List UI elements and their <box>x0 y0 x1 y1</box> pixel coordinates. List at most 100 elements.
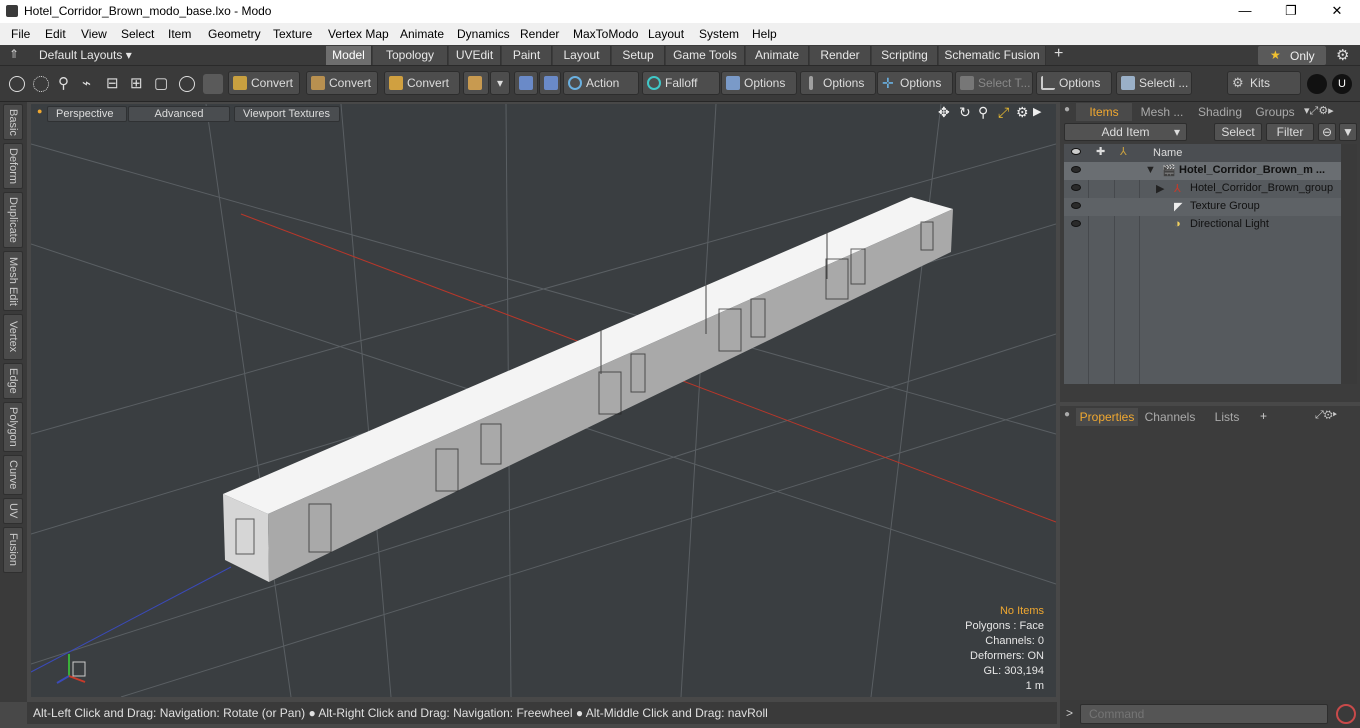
tab-polygon[interactable]: Polygon <box>3 402 23 452</box>
item-list-scrollbar[interactable] <box>1341 144 1357 384</box>
tab-mesh-edit[interactable]: Mesh Edit <box>3 251 23 311</box>
tab-uvedit[interactable]: UVEdit <box>449 46 501 65</box>
tab-groups[interactable]: Groups <box>1250 103 1300 121</box>
tab-game-tools[interactable]: Game Tools <box>666 46 745 65</box>
globe-icon[interactable] <box>33 76 49 92</box>
gear-icon[interactable]: ⚙ <box>1336 46 1349 64</box>
pan-icon[interactable]: ✥ <box>938 104 950 121</box>
tab-basic[interactable]: Basic <box>3 104 23 140</box>
item-mode-icon[interactable]: ▢ <box>154 74 168 92</box>
corridor-model[interactable] <box>223 197 953 582</box>
pen-icon[interactable]: ⚲ <box>58 74 69 92</box>
collapse-button[interactable]: ⊖ <box>1318 123 1336 141</box>
tab-schematic-fusion[interactable]: Schematic Fusion <box>939 46 1046 65</box>
tab-items[interactable]: Items <box>1076 103 1132 121</box>
command-input[interactable] <box>1080 704 1328 724</box>
action-center-button[interactable]: Action <box>563 71 639 95</box>
options-button-4[interactable]: Options <box>1036 71 1112 95</box>
filter-button[interactable]: Filter <box>1266 123 1314 141</box>
select-button[interactable]: Select <box>1214 123 1262 141</box>
menu-view[interactable]: View <box>81 27 107 41</box>
menu-layout[interactable]: Layout <box>648 27 684 41</box>
item-list[interactable]: ✚ ⅄ Name ▼ 🎬 Hotel_Corridor_Brown_m ... … <box>1064 144 1341 384</box>
expand-right-icon[interactable]: ▶ <box>1033 105 1041 118</box>
materials-icon[interactable] <box>179 76 195 92</box>
unreal-icon[interactable]: U <box>1332 74 1352 94</box>
funnel-button[interactable]: ▼ <box>1339 123 1357 141</box>
edge-icon[interactable]: ⊟ <box>106 74 119 92</box>
maximize-button[interactable]: ❐ <box>1268 0 1314 23</box>
tab-model[interactable]: Model <box>326 46 372 65</box>
menu-help[interactable]: Help <box>752 27 777 41</box>
panel-dropdown-icon[interactable]: ▾⤢⚙▸ <box>1304 104 1334 118</box>
tab-mesh[interactable]: Mesh ... <box>1134 103 1190 121</box>
rotate-icon[interactable]: ↻ <box>959 104 971 121</box>
convert-button-1[interactable]: Convert <box>228 71 300 95</box>
shape-icon[interactable] <box>203 74 223 94</box>
3d-viewport[interactable]: ● Perspective Advanced Viewport Textures… <box>31 104 1056 697</box>
tab-paint[interactable]: Paint <box>502 46 552 65</box>
menu-maxtomodo[interactable]: MaxToModo <box>573 27 638 41</box>
tab-setup[interactable]: Setup <box>612 46 665 65</box>
perspective-dropdown[interactable]: Perspective <box>47 106 127 122</box>
convert-button-2[interactable]: Convert <box>306 71 378 95</box>
tab-fusion[interactable]: Fusion <box>3 527 23 573</box>
record-macro-icon[interactable] <box>1336 704 1356 724</box>
menu-select[interactable]: Select <box>121 27 154 41</box>
eye-icon[interactable] <box>1071 184 1081 191</box>
viewport-menu-icon[interactable]: ● <box>37 106 42 116</box>
expand-icon[interactable]: ▼ <box>1145 164 1156 176</box>
tab-deform[interactable]: Deform <box>3 143 23 189</box>
eye-icon[interactable] <box>1071 220 1081 227</box>
panel-menu-icon[interactable]: ● <box>1064 409 1070 420</box>
tab-scripting[interactable]: Scripting <box>872 46 938 65</box>
options-button-3[interactable]: ✛ Options <box>877 71 953 95</box>
menu-system[interactable]: System <box>699 27 739 41</box>
menu-file[interactable]: File <box>11 27 30 41</box>
options-button-1[interactable]: Options <box>721 71 797 95</box>
menu-item[interactable]: Item <box>168 27 191 41</box>
polygon-icon[interactable]: ⊞ <box>130 74 143 92</box>
tab-animate[interactable]: Animate <box>746 46 809 65</box>
add-tab-icon[interactable]: + <box>1054 45 1063 63</box>
list-item[interactable]: ◤ Texture Group <box>1064 198 1341 216</box>
menu-animate[interactable]: Animate <box>400 27 444 41</box>
tab-uv[interactable]: UV <box>3 498 23 524</box>
maximize-viewport-icon[interactable]: ⤢ <box>998 104 1009 121</box>
tab-channels[interactable]: Channels <box>1140 408 1200 426</box>
eye-icon[interactable] <box>1071 166 1081 173</box>
cube-button[interactable] <box>463 71 489 95</box>
advanced-dropdown[interactable]: Advanced <box>128 106 230 122</box>
menu-vertex-map[interactable]: Vertex Map <box>328 27 389 41</box>
gear-icon[interactable]: ⚙ <box>1016 104 1029 121</box>
brush-icon[interactable]: ⌁ <box>82 74 91 92</box>
add-tab-icon[interactable]: + <box>1260 409 1267 423</box>
add-item-button[interactable]: Add Item ▾ <box>1064 123 1187 141</box>
panel-menu-icon[interactable]: ● <box>1064 104 1070 115</box>
eye-icon[interactable] <box>1071 202 1081 209</box>
tab-properties[interactable]: Properties <box>1076 408 1138 426</box>
menu-texture[interactable]: Texture <box>273 27 312 41</box>
tab-layout[interactable]: Layout <box>553 46 611 65</box>
tab-topology[interactable]: Topology <box>373 46 448 65</box>
select-through-button[interactable]: Select T... <box>955 71 1033 95</box>
kits-button[interactable]: ⚙ Kits <box>1227 71 1301 95</box>
snap-button[interactable] <box>539 71 561 95</box>
expand-icon[interactable]: ▶ <box>1156 182 1164 195</box>
unity-icon[interactable] <box>1307 74 1327 94</box>
tab-shading[interactable]: Shading <box>1192 103 1248 121</box>
tab-vertex[interactable]: Vertex <box>3 314 23 360</box>
layout-selector[interactable]: Default Layouts ▾ <box>39 48 132 62</box>
zoom-icon[interactable]: ⚲ <box>978 104 988 121</box>
tab-edge[interactable]: Edge <box>3 363 23 399</box>
list-item[interactable]: ▼ 🎬 Hotel_Corridor_Brown_m ... <box>1064 162 1341 180</box>
minimize-button[interactable]: — <box>1222 0 1268 23</box>
menu-edit[interactable]: Edit <box>45 27 66 41</box>
menu-render[interactable]: Render <box>520 27 559 41</box>
options-button-2[interactable]: Options <box>800 71 876 95</box>
convert-button-3[interactable]: Convert <box>384 71 460 95</box>
tab-render[interactable]: Render <box>810 46 871 65</box>
symmetry-button[interactable] <box>514 71 538 95</box>
menu-dynamics[interactable]: Dynamics <box>457 27 510 41</box>
list-item[interactable]: ◑ Directional Light <box>1064 216 1341 234</box>
